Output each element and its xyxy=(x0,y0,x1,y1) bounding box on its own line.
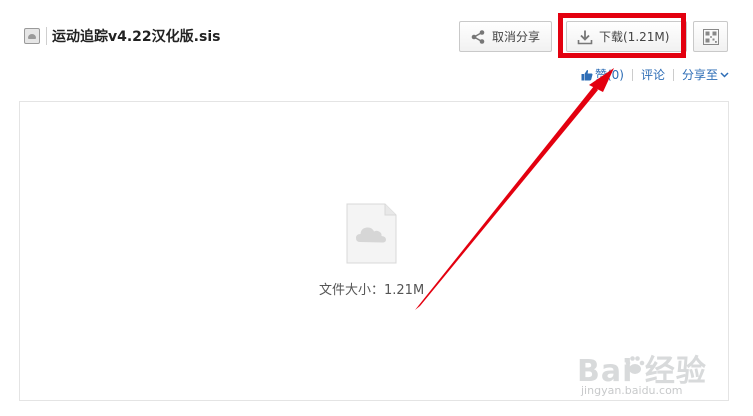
download-highlight-box xyxy=(558,13,686,58)
cancel-share-button[interactable]: 取消分享 xyxy=(459,21,552,52)
meta-divider xyxy=(631,68,633,81)
qrcode-button[interactable] xyxy=(693,21,728,52)
file-title: 运动追踪v4.22汉化版.sis xyxy=(52,29,221,45)
chevron-down-icon[interactable] xyxy=(720,70,729,79)
like-link[interactable]: 赞(0) xyxy=(595,66,624,83)
baidu-watermark: Bai 经验 jingyan.baidu.com xyxy=(577,346,717,402)
paw-icon xyxy=(625,356,645,374)
share-icon xyxy=(471,29,485,44)
comment-link[interactable]: 评论 xyxy=(641,66,665,83)
qrcode-icon xyxy=(702,28,719,45)
watermark-url: jingyan.baidu.com xyxy=(581,384,683,397)
thumbs-up-icon xyxy=(581,69,593,80)
file-document-icon xyxy=(346,203,397,264)
meta-actions: 赞(0) 评论 分享至 xyxy=(581,66,729,83)
file-type-icon xyxy=(24,28,40,44)
meta-divider xyxy=(672,68,674,81)
title-divider xyxy=(46,27,47,45)
file-size-text: 文件大小：1.21M xyxy=(319,283,425,298)
file-header: 运动追踪v4.22汉化版.sis xyxy=(24,24,220,48)
share-to-link[interactable]: 分享至 xyxy=(682,66,718,83)
cancel-share-label: 取消分享 xyxy=(492,30,541,44)
